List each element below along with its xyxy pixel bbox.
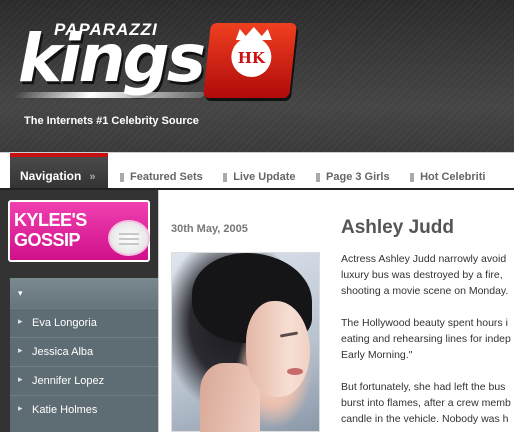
menu-item-jennifer-lopez[interactable]: Jennifer Lopez <box>10 366 158 395</box>
navigation-label: Navigation <box>20 169 82 183</box>
nav-link-live-update[interactable]: Live Update <box>223 171 296 183</box>
article-line: Early Morning." <box>341 349 413 361</box>
article-line: shooting a movie scene on Monday. <box>341 285 509 297</box>
top-navigation: Navigation » Featured Sets Live Update Pa… <box>0 152 514 189</box>
article-line: But fortunately, she had left the bus <box>341 381 506 393</box>
article-line: eating and rehearsing lines for indep <box>341 333 511 345</box>
logo-kings-text[interactable]: kings <box>18 26 206 92</box>
navigation-toggle[interactable]: Navigation » <box>10 153 108 189</box>
gossip-line-1: KYLEE'S <box>14 210 87 230</box>
nav-link-page-3-girls[interactable]: Page 3 Girls <box>316 171 390 183</box>
article-line: candle in the vehicle. Nobody was h <box>341 413 509 425</box>
gossip-line-2: GOSSIP <box>14 230 81 250</box>
menu-item-eva-longoria[interactable]: Eva Longoria <box>10 308 158 337</box>
article-photo[interactable] <box>171 252 320 432</box>
photo-face <box>246 301 310 397</box>
menu-item-katie-holmes[interactable]: Katie Holmes <box>10 395 158 424</box>
article-line: luxury bus was destroyed by a fire, <box>341 269 503 281</box>
logo-swoosh <box>12 92 206 98</box>
nav-link-hot-celebrities[interactable]: Hot Celebriti <box>410 171 485 183</box>
double-chevron-icon: » <box>89 171 96 183</box>
speech-bubble-icon <box>108 220 150 256</box>
nav-link-featured-sets[interactable]: Featured Sets <box>120 171 203 183</box>
gossip-banner-text: KYLEE'S GOSSIP <box>14 210 87 250</box>
article-date: 30th May, 2005 <box>171 223 248 235</box>
article-line: The Hollywood beauty spent hours i <box>341 317 508 329</box>
photo-lips <box>287 368 303 375</box>
menu-item-jessica-alba[interactable]: Jessica Alba <box>10 337 158 366</box>
menu-header[interactable]: ▾ <box>10 278 158 308</box>
logo-badge[interactable]: HK <box>203 23 297 98</box>
article-paragraph: The Hollywood beauty spent hours i eatin… <box>341 315 514 363</box>
article-paragraph: Actress Ashley Judd narrowly avoid luxur… <box>341 251 514 299</box>
article-line: Actress Ashley Judd narrowly avoid <box>341 253 507 265</box>
celebrity-menu: ▾ Eva Longoria Jessica Alba Jennifer Lop… <box>10 278 158 432</box>
nav-links: Featured Sets Live Update Page 3 Girls H… <box>120 167 501 185</box>
article-body: Actress Ashley Judd narrowly avoid luxur… <box>341 251 514 432</box>
article-paragraph: But fortunately, she had left the bus bu… <box>341 379 514 427</box>
article-line: burst into flames, after a crew memb <box>341 397 511 409</box>
article-title[interactable]: Ashley Judd <box>341 217 454 239</box>
tagline: The Internets #1 Celebrity Source <box>24 115 199 127</box>
badge-monogram: HK <box>237 49 265 67</box>
sidebar: KYLEE'S GOSSIP ▾ Eva Longoria Jessica Al… <box>0 190 158 432</box>
gossip-banner[interactable]: KYLEE'S GOSSIP <box>8 200 150 262</box>
main-content: 30th May, 2005 Ashley Judd Actress Ashle… <box>158 190 514 432</box>
badge-circle: HK <box>231 37 272 77</box>
site-header: PAPARAZZI kings HK The Internets #1 Cele… <box>0 0 514 152</box>
